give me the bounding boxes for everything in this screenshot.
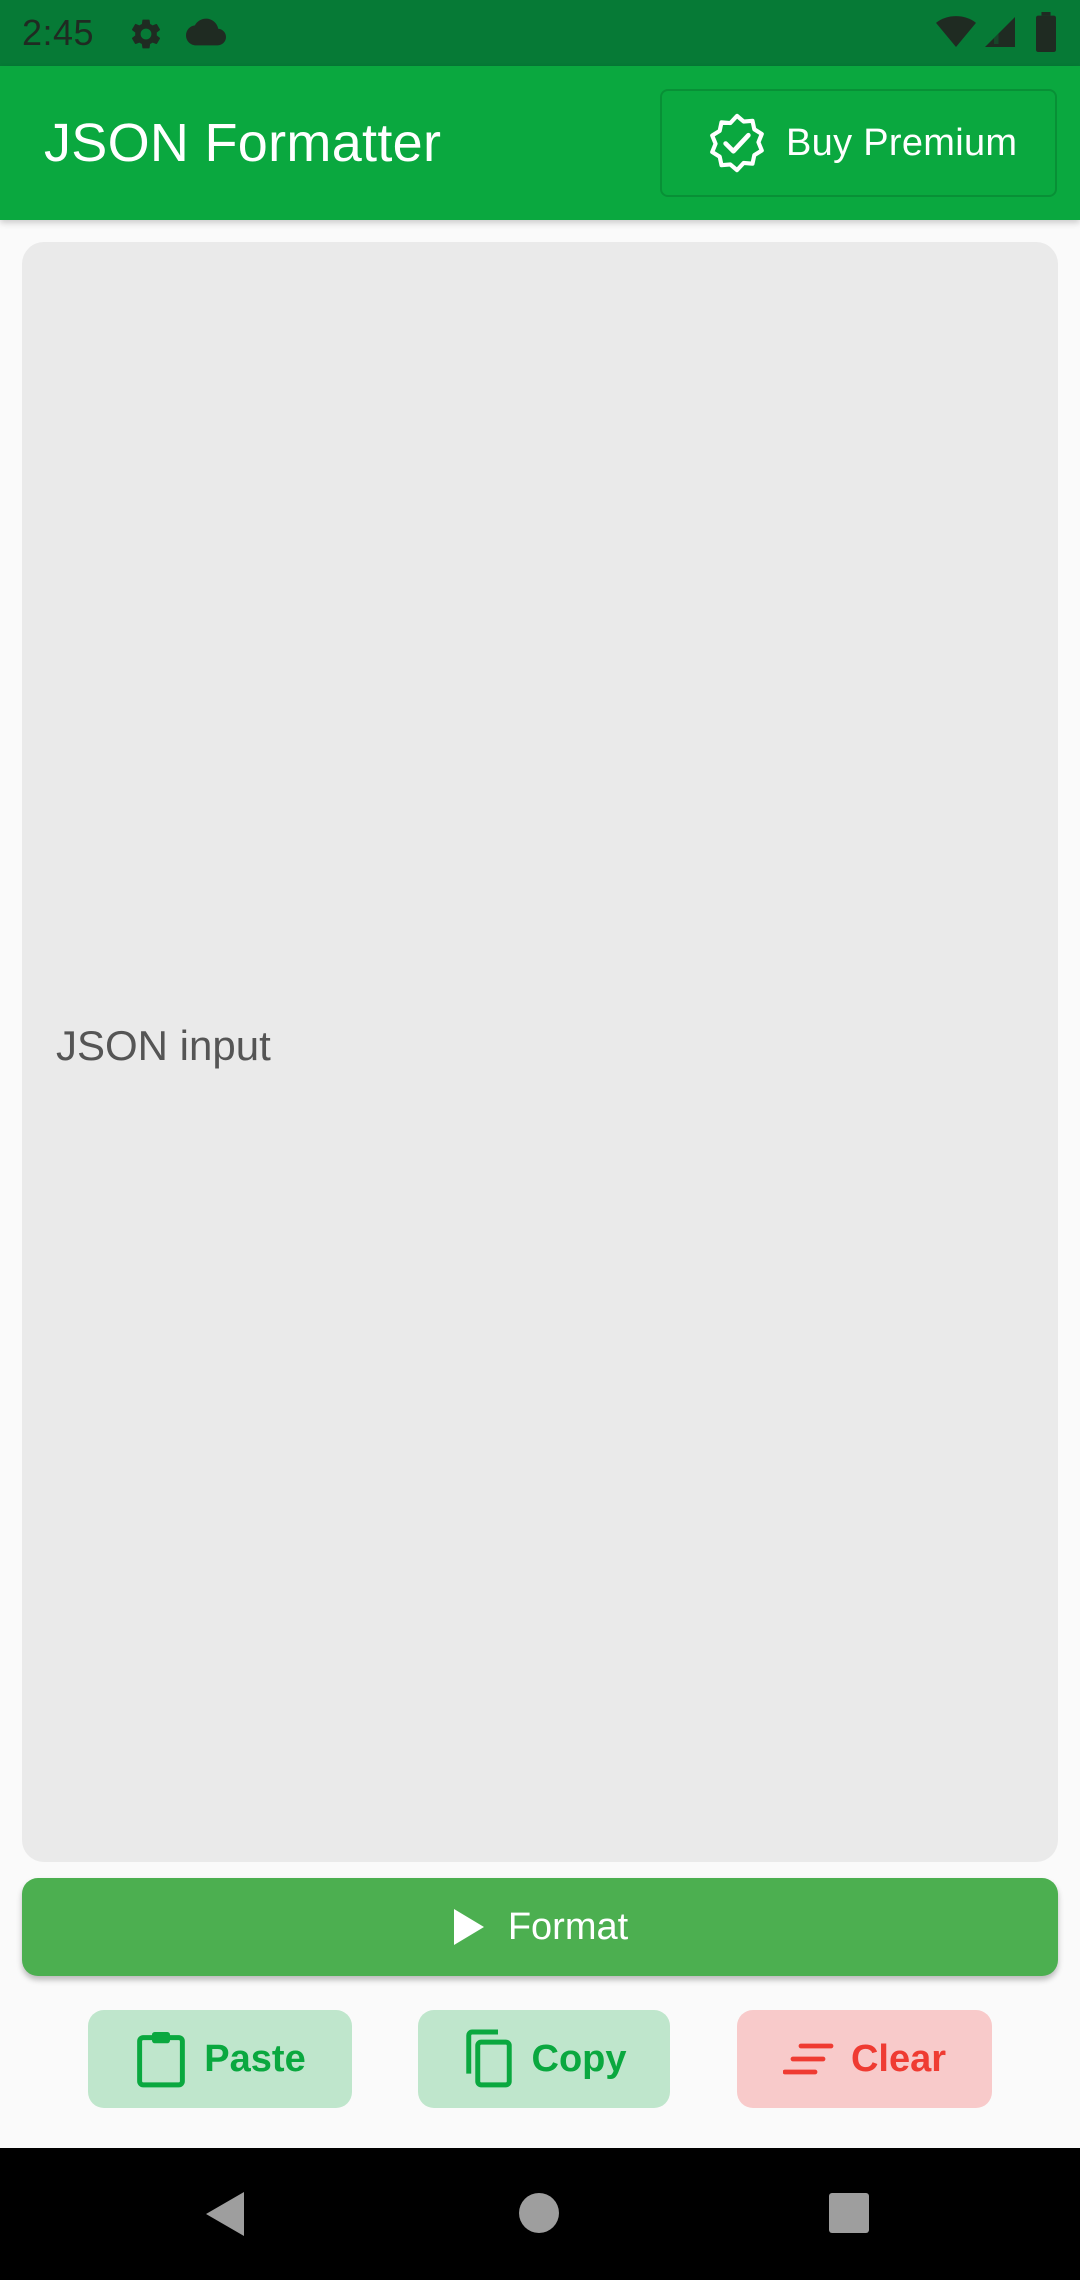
battery-icon xyxy=(1036,12,1056,52)
json-input-placeholder: JSON input xyxy=(56,1022,271,1069)
navigation-bar xyxy=(0,2148,1080,2280)
app-bar: JSON Formatter Buy Premium xyxy=(0,66,1080,220)
clipboard-icon xyxy=(137,2032,186,2088)
buy-premium-label: Buy Premium xyxy=(786,121,1018,164)
status-time: 2:45 xyxy=(22,12,95,53)
verified-badge-icon xyxy=(710,113,764,173)
clear-lines-icon xyxy=(782,2043,834,2075)
wifi-icon xyxy=(936,16,976,47)
json-input-field[interactable]: JSON input xyxy=(22,242,1058,1862)
home-icon[interactable] xyxy=(518,2192,560,2234)
clear-button[interactable]: Clear xyxy=(737,2010,992,2108)
play-icon xyxy=(453,1909,484,1945)
status-bar: 2:45 xyxy=(0,0,1080,66)
copy-button[interactable]: Copy xyxy=(418,2010,670,2108)
cloud-icon xyxy=(186,18,226,46)
copy-icon xyxy=(465,2029,512,2088)
back-icon[interactable] xyxy=(204,2190,246,2238)
cellular-signal-icon xyxy=(985,17,1015,47)
recents-icon[interactable] xyxy=(828,2192,870,2234)
copy-button-label: Copy xyxy=(531,2037,627,2080)
paste-button[interactable]: Paste xyxy=(88,2010,352,2108)
page-title: JSON Formatter xyxy=(44,113,442,173)
paste-button-label: Paste xyxy=(204,2037,306,2080)
clear-button-label: Clear xyxy=(850,2037,947,2080)
gear-icon xyxy=(131,19,161,49)
format-button[interactable]: Format xyxy=(22,1878,1058,1976)
buy-premium-button[interactable]: Buy Premium xyxy=(660,89,1057,197)
format-button-label: Format xyxy=(507,1905,629,1948)
